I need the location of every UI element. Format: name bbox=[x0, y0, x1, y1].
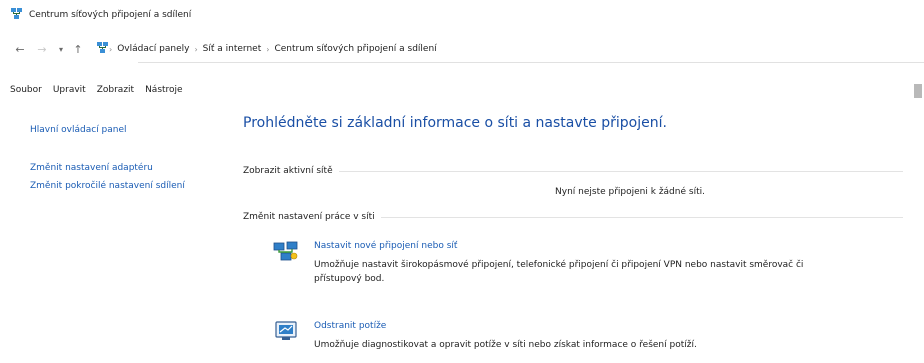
setup-connection-description: Umožňuje nastavit širokopásmové připojen… bbox=[314, 260, 804, 284]
troubleshoot-description: Umožňuje diagnostikovat a opravit potíže… bbox=[314, 340, 697, 350]
network-icon bbox=[10, 7, 23, 23]
breadcrumb-item-network-center[interactable]: Centrum síťových připojení a sdílení bbox=[274, 44, 436, 54]
section-change-settings: Změnit nastavení práce v síti bbox=[243, 212, 903, 222]
menu-item-file[interactable]: Soubor bbox=[10, 85, 42, 95]
network-icon bbox=[96, 41, 109, 57]
divider bbox=[380, 216, 903, 218]
menu-item-view[interactable]: Zobrazit bbox=[97, 85, 134, 95]
chevron-right-icon[interactable]: › bbox=[109, 45, 112, 54]
scrollbar-thumb[interactable] bbox=[914, 84, 922, 98]
up-arrow-icon[interactable]: ↑ bbox=[70, 41, 86, 57]
sidebar: Hlavní ovládací panel Změnit nastavení a… bbox=[30, 122, 220, 193]
forward-arrow-icon[interactable]: → bbox=[34, 41, 50, 57]
menu-item-edit[interactable]: Upravit bbox=[53, 85, 86, 95]
section-label: Změnit nastavení práce v síti bbox=[243, 212, 375, 222]
menu-item-tools[interactable]: Nástroje bbox=[145, 85, 183, 95]
task-setup-connection: Nastavit nové připojení nebo síť Umožňuj… bbox=[272, 240, 832, 286]
page-title: Prohlédněte si základní informace o síti… bbox=[243, 115, 667, 131]
troubleshoot-link[interactable]: Odstranit potíže bbox=[314, 320, 814, 333]
sidebar-item-change-adapter-settings[interactable]: Změnit nastavení adaptéru bbox=[30, 162, 220, 175]
sidebar-item-advanced-sharing-settings[interactable]: Změnit pokročilé nastavení sdílení bbox=[30, 180, 200, 193]
network-setup-icon[interactable] bbox=[272, 240, 300, 262]
window-title: Centrum síťových připojení a sdílení bbox=[29, 10, 192, 20]
main-content: Prohlédněte si základní informace o síti… bbox=[243, 113, 903, 133]
divider bbox=[338, 170, 903, 172]
chevron-right-icon[interactable]: › bbox=[194, 45, 197, 54]
menu-bar: Soubor Upravit Zobrazit Nástroje bbox=[0, 80, 924, 100]
title-bar: Centrum síťových připojení a sdílení bbox=[0, 0, 924, 30]
chevron-down-icon[interactable]: ▾ bbox=[56, 41, 66, 57]
breadcrumb: › Ovládací panely › Síť a internet › Cen… bbox=[96, 41, 442, 57]
address-bar: ← → ▾ ↑ › Ovládací panely › Síť a intern… bbox=[0, 36, 924, 62]
address-divider bbox=[138, 62, 924, 63]
sidebar-item-control-panel-home[interactable]: Hlavní ovládací panel bbox=[30, 124, 220, 137]
breadcrumb-item-network-internet[interactable]: Síť a internet bbox=[203, 44, 262, 54]
back-arrow-icon[interactable]: ← bbox=[12, 41, 28, 57]
breadcrumb-item-control-panel[interactable]: Ovládací panely bbox=[117, 44, 189, 54]
setup-connection-link[interactable]: Nastavit nové připojení nebo síť bbox=[314, 240, 814, 253]
chevron-right-icon[interactable]: › bbox=[266, 45, 269, 54]
section-active-networks: Zobrazit aktivní sítě bbox=[243, 166, 903, 176]
troubleshoot-icon[interactable] bbox=[272, 320, 300, 342]
no-network-status: Nyní nejste připojeni k žádné síti. bbox=[555, 187, 705, 197]
task-troubleshoot: Odstranit potíže Umožňuje diagnostikovat… bbox=[272, 320, 832, 352]
section-label: Zobrazit aktivní sítě bbox=[243, 166, 333, 176]
